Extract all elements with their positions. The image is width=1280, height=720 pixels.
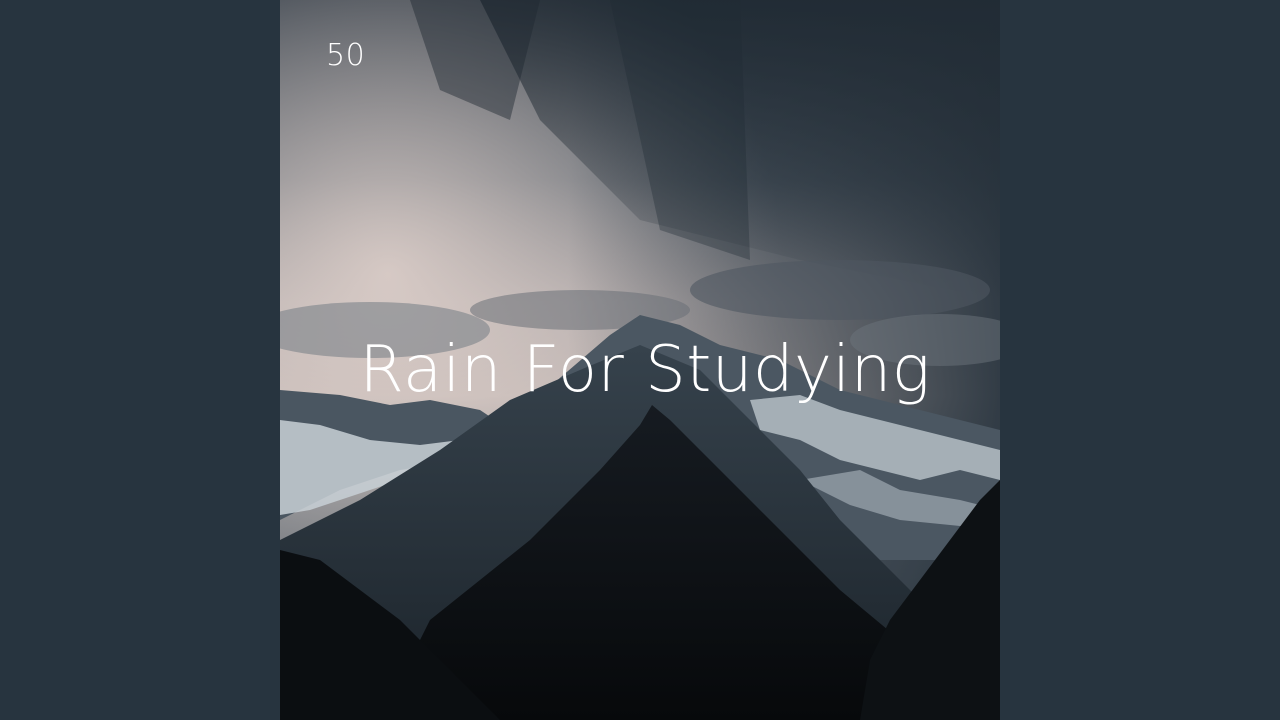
video-frame: 50 Rain For Studying [0,0,1280,720]
album-title: Rain For Studying [359,333,931,407]
album-number: 50 [326,38,366,73]
album-cover: 50 Rain For Studying [280,0,1000,720]
